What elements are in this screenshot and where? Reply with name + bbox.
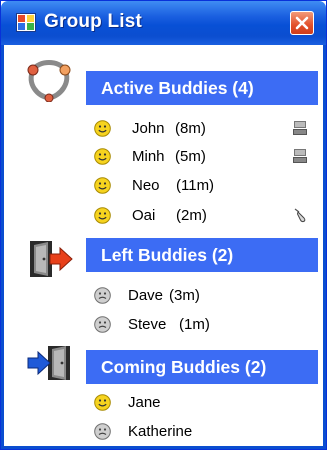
- smiley-online-icon: [94, 207, 111, 224]
- group-header-active-buddies[interactable]: Active Buddies (4): [86, 71, 318, 105]
- smiley-online-icon: [94, 394, 111, 411]
- smiley-online-icon: [94, 120, 111, 137]
- title-bar[interactable]: Group List: [1, 1, 326, 45]
- buddy-name: John: [132, 120, 165, 137]
- buddy-name: Steve: [128, 316, 167, 333]
- buddy-name: Katherine: [128, 423, 193, 440]
- close-icon: [295, 16, 309, 30]
- buddy-name: Neo: [132, 177, 160, 194]
- buddy-name: Minh: [132, 148, 165, 165]
- keyboard-status-icon: [293, 121, 307, 135]
- smiley-offline-icon: [94, 316, 111, 333]
- smiley-online-icon: [94, 148, 111, 165]
- buddy-name: Dave: [128, 287, 164, 304]
- buddy-idle-time: (5m): [175, 148, 206, 165]
- buddy-row-dave[interactable]: Dave (3m): [94, 285, 324, 307]
- buddy-idle-time: (11m): [176, 177, 215, 194]
- buddy-name: Oai: [132, 207, 156, 224]
- buddy-row-neo[interactable]: Neo (11m): [94, 175, 324, 197]
- buddy-idle-time: (2m): [176, 207, 207, 224]
- smiley-offline-icon: [94, 287, 111, 304]
- exit-door-icon: [30, 241, 73, 277]
- buddy-row-katherine[interactable]: Katherine: [94, 421, 324, 443]
- buddy-idle-time: (1m): [179, 316, 210, 333]
- buddy-name: Jane: [128, 394, 161, 411]
- buddy-row-john[interactable]: John (8m): [94, 118, 324, 140]
- group-header-left-buddies[interactable]: Left Buddies (2): [86, 238, 318, 272]
- mouse-status-icon: [294, 208, 306, 223]
- network-links-icon: [27, 60, 71, 102]
- buddy-row-minh[interactable]: Minh (5m): [94, 146, 324, 168]
- smiley-online-icon: [94, 177, 111, 194]
- buddy-idle-time: (8m): [175, 120, 206, 137]
- group-header-coming-buddies[interactable]: Coming Buddies (2): [86, 350, 318, 384]
- close-button[interactable]: [290, 11, 314, 35]
- smiley-offline-icon: [94, 423, 111, 440]
- buddy-row-jane[interactable]: Jane: [94, 392, 324, 414]
- buddy-row-oai[interactable]: Oai (2m): [94, 205, 324, 227]
- group-list-window: Group List Active Buddies (4) John (8m): [0, 0, 327, 450]
- window-title: Group List: [44, 11, 143, 32]
- keyboard-status-icon: [293, 149, 307, 163]
- buddy-idle-time: (3m): [169, 287, 200, 304]
- grid-window-icon: [16, 13, 36, 32]
- enter-door-icon: [27, 346, 70, 380]
- buddy-row-steve[interactable]: Steve (1m): [94, 314, 324, 336]
